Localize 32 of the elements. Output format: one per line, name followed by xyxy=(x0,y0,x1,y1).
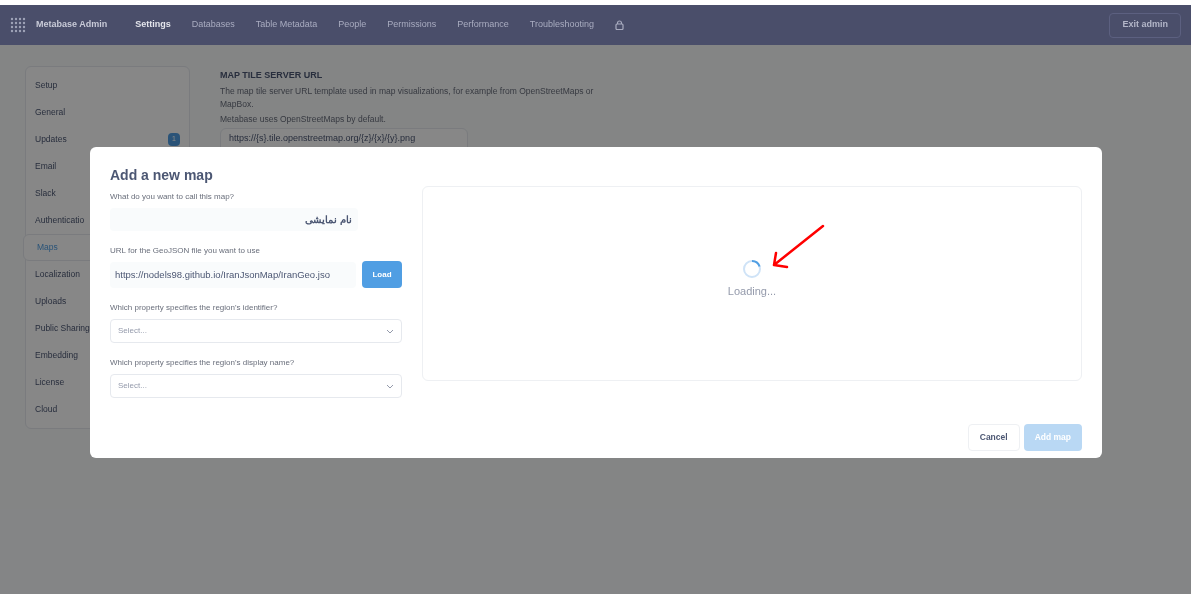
arrow-icon xyxy=(770,224,826,270)
lock-icon[interactable] xyxy=(615,20,625,30)
nav-tab[interactable]: Permissions xyxy=(387,18,437,32)
nav-tab[interactable]: Databases xyxy=(191,18,235,32)
field-label: URL for the GeoJSON file you want to use xyxy=(110,245,261,257)
property-select[interactable]: Select... xyxy=(110,374,402,398)
nav-tab[interactable]: Table Metadata xyxy=(255,18,318,32)
geojson-url-field[interactable]: https://nodels98.github.io/IranJsonMap/IranGeo.jso xyxy=(110,261,356,288)
setting-title: MAP TILE SERVER URL xyxy=(220,69,324,82)
field-label: Which property specifies the region's display name? xyxy=(110,357,296,369)
sidebar-item[interactable]: Setup xyxy=(26,72,189,99)
nav-tab[interactable]: Settings xyxy=(135,18,171,32)
logo-icon xyxy=(10,17,26,33)
dialog-title: Add a new map xyxy=(110,167,214,183)
brand-name: Metabase Admin xyxy=(36,18,108,32)
field-label: Which property specifies the region's identifier? xyxy=(110,302,279,314)
cancel-button[interactable]: Cancel xyxy=(967,424,1020,451)
chevron-down-icon xyxy=(386,328,394,334)
sidebar-item[interactable]: General xyxy=(26,99,189,126)
nav-tab[interactable]: People xyxy=(338,18,367,32)
setting-description: Metabase uses OpenStreetMaps by default. xyxy=(220,112,387,126)
nav-tab[interactable]: Troubleshooting xyxy=(529,18,595,32)
setting-description: The map tile server URL template used in map visualizations, for example from OpenStreetMaps or MapBox. xyxy=(220,84,595,111)
chevron-down-icon xyxy=(386,383,394,389)
loading-spinner-icon xyxy=(742,259,762,280)
loading-text: Loading... xyxy=(727,284,777,300)
field-label: What do you want to call this map? xyxy=(110,191,236,203)
property-select[interactable]: Select... xyxy=(110,319,402,343)
load-button[interactable]: Load xyxy=(362,261,402,288)
nav-tab[interactable]: Performance xyxy=(457,18,509,32)
exit-admin-button[interactable]: Exit admin xyxy=(1109,12,1181,38)
map-name-field[interactable]: نام نمایشی xyxy=(110,208,358,231)
